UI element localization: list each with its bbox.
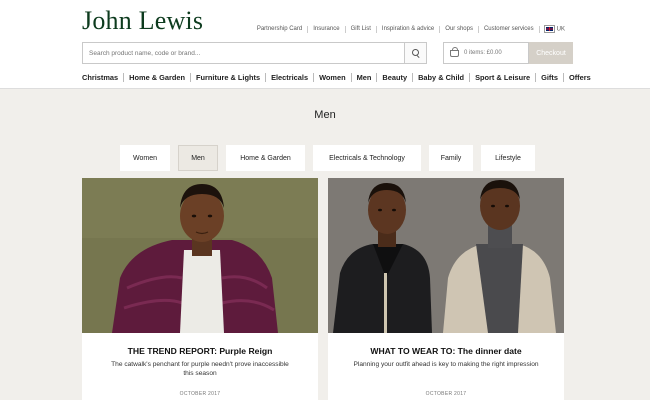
checkout-button[interactable]: Checkout bbox=[529, 42, 573, 64]
nav-item-gifts[interactable]: Gifts bbox=[536, 73, 564, 82]
nav-item-beauty[interactable]: Beauty bbox=[377, 73, 414, 82]
page-title: Men bbox=[314, 109, 336, 121]
article-date: OCTOBER 2017 bbox=[179, 391, 221, 397]
utility-link-customer-services[interactable]: Customer services bbox=[479, 26, 540, 34]
article-card[interactable]: THE TREND REPORT: Purple Reign The catwa… bbox=[82, 178, 318, 400]
region-label: UK bbox=[556, 26, 565, 33]
basket-button[interactable]: 0 items: £0.00 bbox=[443, 42, 529, 64]
nav-item-furniture-lights[interactable]: Furniture & Lights bbox=[191, 73, 267, 82]
utility-links: Partnership Card Insurance Gift List Ins… bbox=[252, 25, 570, 34]
utility-link-partnership-card[interactable]: Partnership Card bbox=[252, 26, 309, 34]
utility-link-insurance[interactable]: Insurance bbox=[308, 26, 346, 34]
article-image-purple-jacket[interactable] bbox=[82, 178, 318, 333]
nav-item-sport-leisure[interactable]: Sport & Leisure bbox=[470, 73, 537, 82]
article-card[interactable]: WHAT TO WEAR TO: The dinner date Plannin… bbox=[328, 178, 564, 400]
article-description: The catwalk's penchant for purple needn'… bbox=[111, 361, 289, 377]
uk-flag-icon bbox=[543, 25, 555, 33]
article-title[interactable]: THE TREND REPORT: Purple Reign bbox=[82, 346, 318, 356]
tab-women[interactable]: Women bbox=[120, 145, 170, 171]
utility-link-gift-list[interactable]: Gift List bbox=[346, 26, 377, 34]
search-button[interactable] bbox=[404, 43, 426, 63]
nav-item-men[interactable]: Men bbox=[352, 73, 378, 82]
article-description: Planning your outfit ahead is key to mak… bbox=[353, 361, 539, 368]
tab-family[interactable]: Family bbox=[429, 145, 473, 171]
utility-link-inspiration[interactable]: Inspiration & advice bbox=[377, 26, 441, 34]
article-date: OCTOBER 2017 bbox=[425, 391, 467, 397]
main-nav: Christmas Home & Garden Furniture & Ligh… bbox=[82, 73, 596, 82]
nav-item-offers[interactable]: Offers bbox=[564, 73, 596, 82]
site-header: John Lewis Partnership Card Insurance Gi… bbox=[0, 0, 650, 88]
category-tabs: Women Men Home & Garden Electricals & Te… bbox=[120, 145, 535, 171]
article-title[interactable]: WHAT TO WEAR TO: The dinner date bbox=[328, 346, 564, 356]
search-icon bbox=[411, 49, 420, 57]
nav-item-electricals[interactable]: Electricals bbox=[266, 73, 315, 82]
tab-lifestyle[interactable]: Lifestyle bbox=[481, 145, 535, 171]
search-input[interactable] bbox=[83, 43, 405, 63]
logo[interactable]: John Lewis bbox=[82, 6, 203, 36]
tab-electricals-technology[interactable]: Electricals & Technology bbox=[313, 145, 421, 171]
basket-icon bbox=[450, 46, 459, 57]
tab-home-garden[interactable]: Home & Garden bbox=[226, 145, 305, 171]
nav-item-home-garden[interactable]: Home & Garden bbox=[124, 73, 192, 82]
basket-summary: 0 items: £0.00 bbox=[464, 50, 502, 56]
nav-item-baby-child[interactable]: Baby & Child bbox=[413, 73, 471, 82]
main-content: Men Women Men Home & Garden Electricals … bbox=[0, 88, 650, 400]
nav-item-women[interactable]: Women bbox=[314, 73, 352, 82]
tab-men[interactable]: Men bbox=[178, 145, 218, 171]
search-bar bbox=[82, 42, 427, 64]
region-selector[interactable]: UK bbox=[540, 25, 570, 34]
nav-item-christmas[interactable]: Christmas bbox=[82, 73, 125, 82]
utility-link-our-shops[interactable]: Our shops bbox=[440, 26, 479, 34]
article-image-dinner-date[interactable] bbox=[328, 178, 564, 333]
